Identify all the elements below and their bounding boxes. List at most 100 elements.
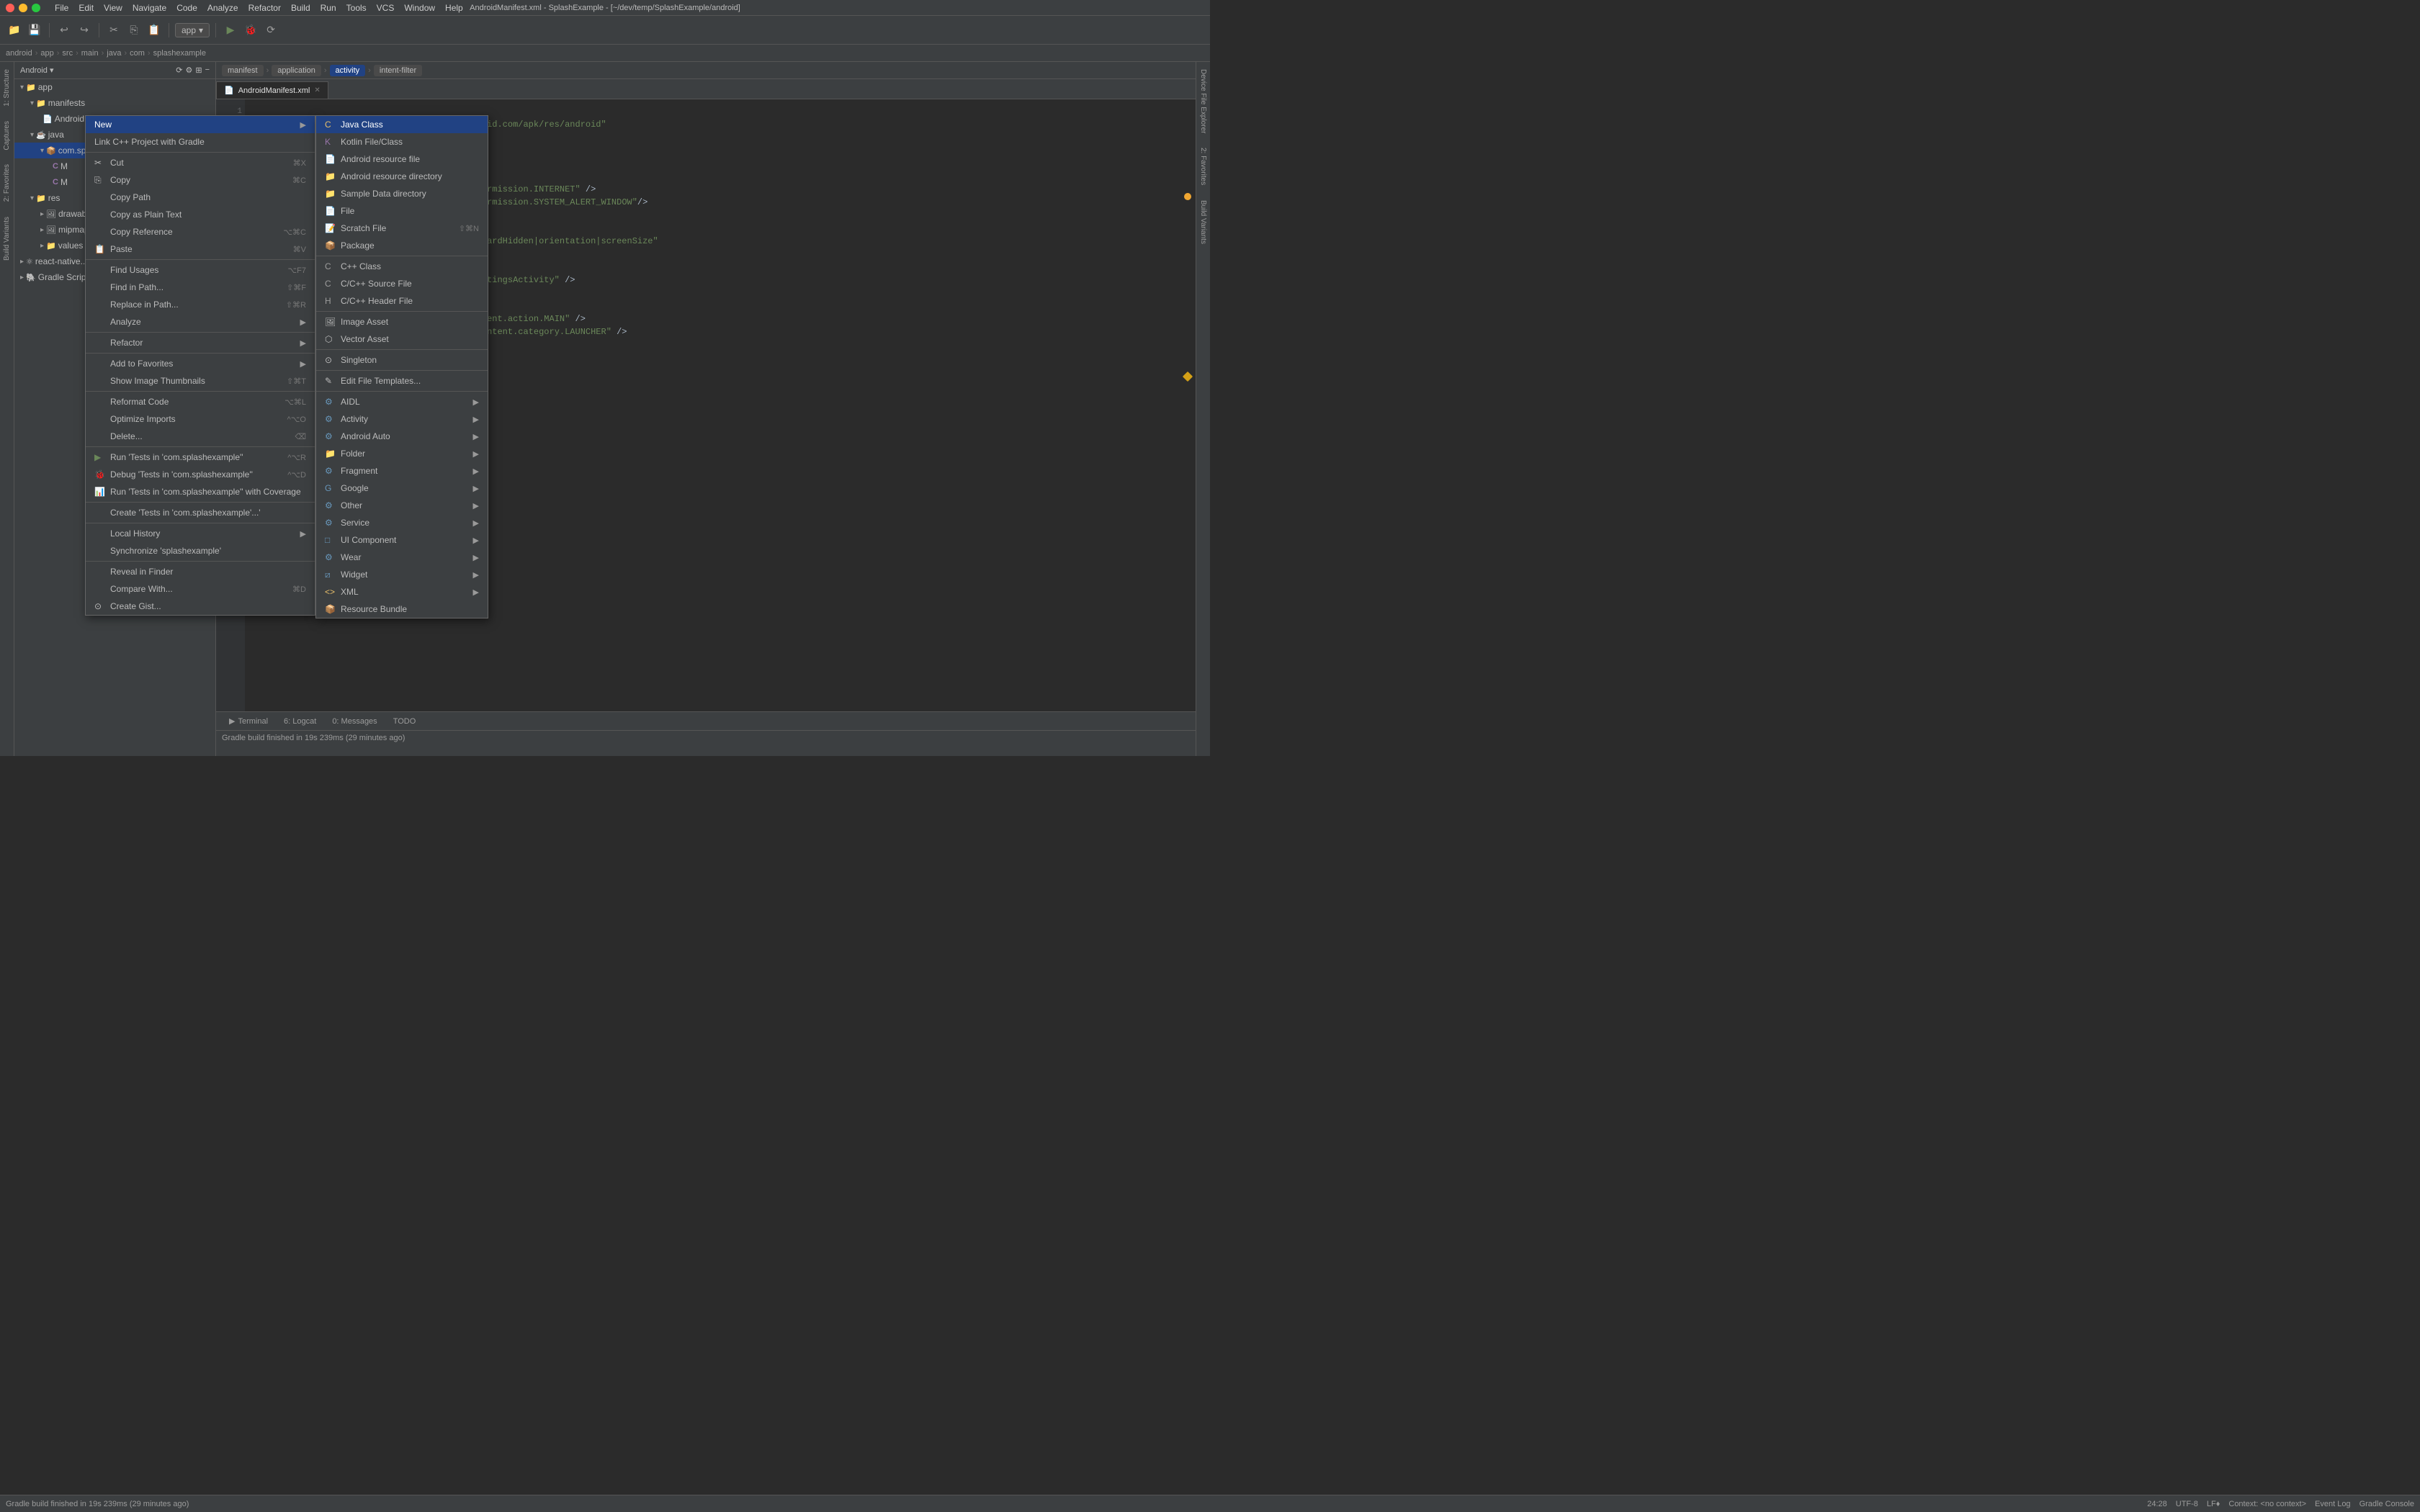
menu-new[interactable]: New ▶ bbox=[86, 116, 315, 133]
activity-arrow: ▶ bbox=[473, 415, 479, 424]
menu-run-tests[interactable]: ▶ Run 'Tests in 'com.splashexample'' ^⌥R bbox=[86, 449, 315, 466]
menu-reformat[interactable]: Reformat Code ⌥⌘L bbox=[86, 393, 315, 410]
submenu-google[interactable]: G Google ▶ bbox=[316, 480, 488, 497]
submenu-wear[interactable]: ⚙ Wear ▶ bbox=[316, 549, 488, 566]
statusbar-gradle-console[interactable]: Gradle Console bbox=[2360, 1500, 2414, 1508]
menu-analyze[interactable]: Analyze ▶ bbox=[86, 313, 315, 330]
statusbar-position[interactable]: 24:28 bbox=[2147, 1500, 2167, 1508]
cpp-source-icon: C bbox=[325, 279, 336, 289]
submenu-kotlin-file[interactable]: K Kotlin File/Class bbox=[316, 133, 488, 150]
submenu-ui-component[interactable]: □ UI Component ▶ bbox=[316, 531, 488, 549]
menu-optimize-imports[interactable]: Optimize Imports ^⌥O bbox=[86, 410, 315, 428]
divider-9 bbox=[86, 561, 315, 562]
submenu-widget[interactable]: ⧄ Widget ▶ bbox=[316, 566, 488, 583]
menu-synchronize[interactable]: Synchronize 'splashexample' bbox=[86, 542, 315, 559]
statusbar-context: Context: <no context> bbox=[2228, 1500, 2306, 1508]
submenu-package[interactable]: 📦 Package bbox=[316, 237, 488, 254]
submenu-div-4 bbox=[316, 370, 488, 371]
menu-reveal-finder[interactable]: Reveal in Finder bbox=[86, 563, 315, 580]
widget-icon: ⧄ bbox=[325, 570, 336, 580]
submenu-xml[interactable]: <> XML ▶ bbox=[316, 583, 488, 600]
folder-icon: 📁 bbox=[325, 449, 336, 459]
analyze-arrow: ▶ bbox=[300, 318, 306, 327]
submenu-scratch-file[interactable]: 📝 Scratch File ⇧⌘N bbox=[316, 220, 488, 237]
menu-create-tests[interactable]: Create 'Tests in 'com.splashexample'...' bbox=[86, 504, 315, 521]
submenu-cpp-source[interactable]: C C/C++ Source File bbox=[316, 275, 488, 292]
submenu-fragment[interactable]: ⚙ Fragment ▶ bbox=[316, 462, 488, 480]
statusbar-line-ending[interactable]: LF♦ bbox=[2207, 1500, 2220, 1508]
submenu-activity[interactable]: ⚙ Activity ▶ bbox=[316, 410, 488, 428]
fragment-icon: ⚙ bbox=[325, 466, 336, 476]
menu-create-gist[interactable]: ⊙ Create Gist... bbox=[86, 598, 315, 615]
statusbar-encoding[interactable]: UTF-8 bbox=[2176, 1500, 2198, 1508]
gist-icon: ⊙ bbox=[94, 601, 106, 611]
coverage-icon: 📊 bbox=[94, 487, 106, 497]
submenu-resource-bundle[interactable]: 📦 Resource Bundle bbox=[316, 600, 488, 618]
menu-new-label: New bbox=[94, 120, 112, 130]
menu-copy-reference[interactable]: Copy Reference ⌥⌘C bbox=[86, 223, 315, 240]
statusbar: Gradle build finished in 19s 239ms (29 m… bbox=[0, 1495, 2420, 1512]
menu-local-history[interactable]: Local History ▶ bbox=[86, 525, 315, 542]
favorites-arrow: ▶ bbox=[300, 359, 306, 369]
submenu-image-asset[interactable]: 🖼 Image Asset bbox=[316, 313, 488, 330]
java-class-icon: C bbox=[325, 120, 336, 130]
menu-delete[interactable]: Delete... ⌫ bbox=[86, 428, 315, 445]
run-icon: ▶ bbox=[94, 452, 106, 462]
divider-2 bbox=[86, 259, 315, 260]
menu-debug-tests[interactable]: 🐞 Debug 'Tests in 'com.splashexample'' ^… bbox=[86, 466, 315, 483]
fragment-arrow: ▶ bbox=[473, 467, 479, 476]
wear-arrow: ▶ bbox=[473, 553, 479, 562]
submenu-android-auto[interactable]: ⚙ Android Auto ▶ bbox=[316, 428, 488, 445]
menu-copy-plain[interactable]: Copy as Plain Text bbox=[86, 206, 315, 223]
divider-6 bbox=[86, 446, 315, 447]
submenu-sample-data[interactable]: 📁 Sample Data directory bbox=[316, 185, 488, 202]
submenu-aidl[interactable]: ⚙ AIDL ▶ bbox=[316, 393, 488, 410]
menu-paste[interactable]: 📋 Paste ⌘V bbox=[86, 240, 315, 258]
submenu-file[interactable]: 📄 File bbox=[316, 202, 488, 220]
arrow-icon: ▶ bbox=[300, 120, 306, 130]
menu-find-in-path[interactable]: Find in Path... ⇧⌘F bbox=[86, 279, 315, 296]
submenu-android-resource-dir[interactable]: 📁 Android resource directory bbox=[316, 168, 488, 185]
android-resource-icon: 📄 bbox=[325, 154, 336, 164]
service-arrow: ▶ bbox=[473, 518, 479, 528]
statusbar-event-log[interactable]: Event Log bbox=[2315, 1500, 2351, 1508]
submenu-div-5 bbox=[316, 391, 488, 392]
aidl-arrow: ▶ bbox=[473, 397, 479, 407]
submenu-service[interactable]: ⚙ Service ▶ bbox=[316, 514, 488, 531]
google-arrow: ▶ bbox=[473, 484, 479, 493]
primary-context-menu: New ▶ Link C++ Project with Gradle ✂ Cut… bbox=[85, 115, 315, 616]
submenu-java-class[interactable]: C Java Class bbox=[316, 116, 488, 133]
debug-icon: 🐞 bbox=[94, 469, 106, 480]
divider-7 bbox=[86, 502, 315, 503]
image-asset-icon: 🖼 bbox=[325, 317, 336, 327]
android-resource-dir-icon: 📁 bbox=[325, 171, 336, 181]
menu-show-thumbnails[interactable]: Show Image Thumbnails ⇧⌘T bbox=[86, 372, 315, 390]
menu-find-usages[interactable]: Find Usages ⌥F7 bbox=[86, 261, 315, 279]
divider-4 bbox=[86, 353, 315, 354]
copy-icon: ⎘ bbox=[94, 175, 106, 186]
submenu-vector-asset[interactable]: ⬡ Vector Asset bbox=[316, 330, 488, 348]
service-icon: ⚙ bbox=[325, 518, 336, 528]
submenu-other[interactable]: ⚙ Other ▶ bbox=[316, 497, 488, 514]
template-icon: ✎ bbox=[325, 376, 336, 386]
menu-copy-path[interactable]: Copy Path bbox=[86, 189, 315, 206]
submenu-edit-templates[interactable]: ✎ Edit File Templates... bbox=[316, 372, 488, 390]
kotlin-icon: K bbox=[325, 137, 336, 147]
submenu-cpp-class[interactable]: C C++ Class bbox=[316, 258, 488, 275]
menu-run-with-coverage[interactable]: 📊 Run 'Tests in 'com.splashexample'' wit… bbox=[86, 483, 315, 500]
new-submenu: C Java Class K Kotlin File/Class 📄 Andro… bbox=[315, 115, 488, 618]
android-auto-icon: ⚙ bbox=[325, 431, 336, 441]
divider-1 bbox=[86, 152, 315, 153]
divider-5 bbox=[86, 391, 315, 392]
menu-replace-in-path[interactable]: Replace in Path... ⇧⌘R bbox=[86, 296, 315, 313]
submenu-folder[interactable]: 📁 Folder ▶ bbox=[316, 445, 488, 462]
submenu-android-resource-file[interactable]: 📄 Android resource file bbox=[316, 150, 488, 168]
menu-cut[interactable]: ✂ Cut ⌘X bbox=[86, 154, 315, 171]
submenu-cpp-header[interactable]: H C/C++ Header File bbox=[316, 292, 488, 310]
menu-link-cpp[interactable]: Link C++ Project with Gradle bbox=[86, 133, 315, 150]
menu-copy[interactable]: ⎘ Copy ⌘C bbox=[86, 171, 315, 189]
menu-compare-with[interactable]: Compare With... ⌘D bbox=[86, 580, 315, 598]
menu-refactor[interactable]: Refactor ▶ bbox=[86, 334, 315, 351]
menu-add-favorites[interactable]: Add to Favorites ▶ bbox=[86, 355, 315, 372]
submenu-singleton[interactable]: ⊙ Singleton bbox=[316, 351, 488, 369]
